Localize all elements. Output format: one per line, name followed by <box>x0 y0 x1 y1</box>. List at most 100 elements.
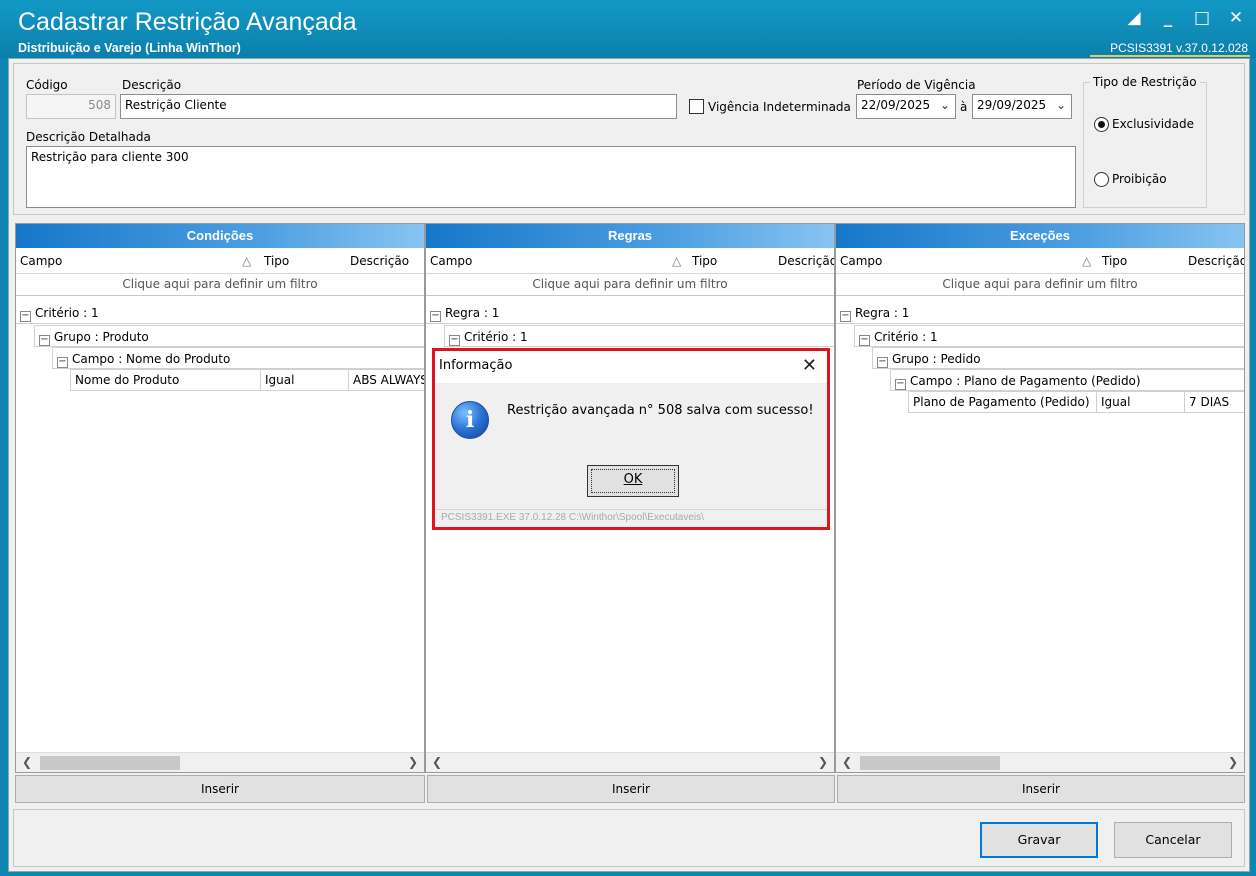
vigencia-indeterminada-label: Vigência Indeterminada <box>708 100 851 114</box>
condicoes-tree: − Critério : 1 − Grupo : Produto − Campo : … <box>16 296 425 772</box>
col-tipo[interactable]: Tipo <box>264 254 289 268</box>
scroll-left-icon[interactable]: ❮ <box>22 755 32 769</box>
exclusividade-label: Exclusividade <box>1112 117 1195 131</box>
condicoes-header: Condições <box>16 224 424 248</box>
data-fim-value: 29/09/2025 <box>977 98 1047 112</box>
dialog-message: Restrição avançada n° 508 salva com suce… <box>507 403 814 418</box>
restore-icon[interactable]: ◢ <box>1124 8 1144 28</box>
tree-node-criterio[interactable]: − Critério : 1 <box>444 325 834 347</box>
excecoes-inserir-button[interactable]: Inserir <box>837 775 1245 803</box>
gravar-button[interactable]: Gravar <box>980 822 1098 858</box>
excecoes-filter-row[interactable]: Clique aqui para definir um filtro <box>836 274 1244 296</box>
tree-node-grupo[interactable]: − Grupo : Pedido <box>872 347 1244 369</box>
dialog-footer-path: PCSIS3391.EXE 37.0.12.28 C:\Winthor\Spoo… <box>435 509 827 527</box>
regras-inserir-button[interactable]: Inserir <box>427 775 835 803</box>
tree-node-grupo[interactable]: − Grupo : Produto <box>34 325 424 347</box>
focus-rect <box>591 469 675 493</box>
col-campo[interactable]: Campo <box>840 254 882 268</box>
title-bar: Cadastrar Restrição Avançada Distribuiçã… <box>0 0 1256 58</box>
cancelar-button[interactable]: Cancelar <box>1114 822 1232 858</box>
excecoes-column-headers: Campo △ Tipo Descrição <box>836 248 1244 274</box>
collapse-icon[interactable]: − <box>39 335 50 346</box>
data-fim-picker[interactable]: 29/09/2025 ⌄ <box>972 94 1072 119</box>
close-icon[interactable]: ✕ <box>1226 8 1246 28</box>
tree-node-campo[interactable]: − Campo : Plano de Pagamento (Pedido) <box>890 369 1244 391</box>
window-controls: ◢ _ □ ✕ <box>1124 8 1246 28</box>
tree-node-criterio[interactable]: − Critério : 1 <box>16 302 424 324</box>
descricao-detalhada-textarea[interactable]: Restrição para cliente 300 <box>26 146 1076 208</box>
tree-node-campo[interactable]: − Campo : Nome do Produto <box>52 347 424 369</box>
version-label: PCSIS3391 v.37.0.12.028 <box>1110 41 1248 55</box>
cell-descricao: ABS ALWAYS <box>353 373 425 387</box>
data-inicio-picker[interactable]: 22/09/2025 ⌄ <box>856 94 956 119</box>
col-tipo[interactable]: Tipo <box>1102 254 1127 268</box>
excecoes-header: Exceções <box>836 224 1244 248</box>
cell-campo: Plano de Pagamento (Pedido) <box>909 392 1097 412</box>
scroll-right-icon[interactable]: ❯ <box>818 755 828 769</box>
condicoes-filter-row[interactable]: Clique aqui para definir um filtro <box>16 274 424 296</box>
table-row[interactable]: Plano de Pagamento (Pedido) Igual 7 DIAS <box>908 391 1244 413</box>
descricao-detalhada-label: Descrição Detalhada <box>26 130 151 144</box>
descricao-label: Descrição <box>122 78 182 92</box>
col-tipo[interactable]: Tipo <box>692 254 717 268</box>
proibicao-label: Proibição <box>1112 172 1167 186</box>
condicoes-hscrollbar[interactable]: ❮ ❯ <box>16 752 424 772</box>
collapse-icon[interactable]: − <box>449 335 460 346</box>
ok-button[interactable]: OK <box>587 465 679 497</box>
scroll-left-icon[interactable]: ❮ <box>432 755 442 769</box>
tipo-restricao-title: Tipo de Restrição <box>1090 75 1200 89</box>
tipo-restricao-group: Tipo de Restrição Exclusividade Proibiçã… <box>1083 75 1207 208</box>
title-accent-line <box>1090 55 1250 57</box>
app-window: Cadastrar Restrição Avançada Distribuiçã… <box>0 0 1256 876</box>
minimize-icon[interactable]: _ <box>1158 8 1178 28</box>
window-subtitle: Distribuição e Varejo (Linha WinThor) <box>18 41 241 55</box>
collapse-icon[interactable]: − <box>840 311 851 322</box>
dialog-title-bar: Informação ✕ <box>435 351 827 383</box>
sort-asc-icon: △ <box>672 254 682 268</box>
regras-header: Regras <box>426 224 834 248</box>
tree-node-regra[interactable]: − Regra : 1 <box>836 302 1244 324</box>
collapse-icon[interactable]: − <box>877 357 888 368</box>
collapse-icon[interactable]: − <box>57 357 68 368</box>
collapse-icon[interactable]: − <box>859 335 870 346</box>
dialog-title: Informação <box>439 358 513 373</box>
col-campo[interactable]: Campo <box>20 254 62 268</box>
collapse-icon[interactable]: − <box>895 379 906 390</box>
collapse-icon[interactable]: − <box>20 311 31 322</box>
proibicao-radio[interactable] <box>1094 172 1109 187</box>
header-form: Código 508 Descrição Restrição Cliente V… <box>13 63 1245 215</box>
scroll-right-icon[interactable]: ❯ <box>1228 755 1238 769</box>
sort-asc-icon: △ <box>1082 254 1092 268</box>
table-row[interactable]: Nome do Produto Igual ABS ALWAYS <box>70 369 425 391</box>
col-campo[interactable]: Campo <box>430 254 472 268</box>
scroll-thumb[interactable] <box>860 756 1000 770</box>
tree-node-criterio[interactable]: − Critério : 1 <box>854 325 1244 347</box>
condicoes-column-headers: Campo △ Tipo Descrição <box>16 248 424 274</box>
collapse-icon[interactable]: − <box>430 311 441 322</box>
regras-hscrollbar[interactable]: ❮ ❯ <box>426 752 834 772</box>
maximize-icon[interactable]: □ <box>1192 8 1212 28</box>
col-descricao[interactable]: Descrição <box>1188 254 1244 268</box>
footer-actions: Gravar Cancelar <box>13 809 1245 867</box>
condicoes-inserir-button[interactable]: Inserir <box>15 775 425 803</box>
col-descricao[interactable]: Descrição <box>350 254 409 268</box>
vigencia-indeterminada-checkbox[interactable] <box>689 99 704 114</box>
chevron-down-icon: ⌄ <box>939 98 950 112</box>
regras-filter-row[interactable]: Clique aqui para definir um filtro <box>426 274 834 296</box>
close-icon[interactable]: ✕ <box>802 355 817 377</box>
excecoes-hscrollbar[interactable]: ❮ ❯ <box>836 752 1244 772</box>
cell-campo: Nome do Produto <box>71 370 261 390</box>
col-descricao[interactable]: Descrição <box>778 254 834 268</box>
cell-tipo: Igual <box>1097 392 1185 412</box>
periodo-vigencia-label: Período de Vigência <box>857 78 976 92</box>
scroll-left-icon[interactable]: ❮ <box>842 755 852 769</box>
scroll-thumb[interactable] <box>40 756 180 770</box>
tree-node-regra[interactable]: − Regra : 1 <box>426 302 834 324</box>
scroll-right-icon[interactable]: ❯ <box>408 755 418 769</box>
info-dialog: Informação ✕ i Restrição avançada n° 508… <box>432 348 830 530</box>
periodo-separator: à <box>960 100 968 114</box>
exclusividade-radio[interactable] <box>1094 117 1109 132</box>
descricao-field[interactable]: Restrição Cliente <box>120 94 677 119</box>
data-inicio-value: 22/09/2025 <box>861 98 931 112</box>
excecoes-panel: Exceções Campo △ Tipo Descrição Clique a… <box>835 223 1245 773</box>
